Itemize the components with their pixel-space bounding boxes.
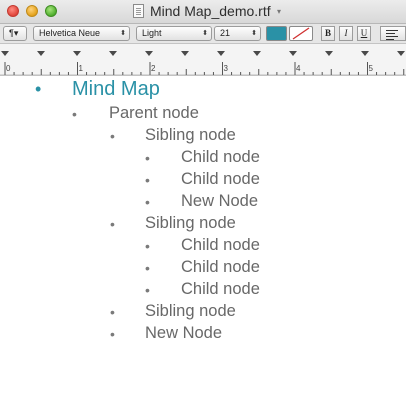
- font-style-popup[interactable]: Light ⬍: [136, 26, 212, 41]
- document-title: Mind Map: [72, 78, 160, 100]
- bullet-icon: •: [145, 194, 150, 210]
- bullet-icon: •: [110, 128, 115, 144]
- font-family-label: Helvetica Neue: [39, 28, 101, 38]
- node-label: New Node: [181, 192, 259, 210]
- text-color-well[interactable]: [266, 26, 287, 41]
- italic-button[interactable]: I: [339, 26, 353, 41]
- node-label: Child node: [181, 170, 260, 188]
- tab-stop-marker[interactable]: [217, 51, 225, 56]
- node-label: New Node: [145, 324, 223, 342]
- node-label: Sibling node: [145, 126, 236, 144]
- bullet-icon: •: [35, 79, 42, 99]
- tab-stop-marker[interactable]: [361, 51, 369, 56]
- bullet-icon: •: [145, 150, 150, 166]
- paragraph-style-popup[interactable]: ¶▾: [3, 26, 27, 41]
- bold-button[interactable]: B: [321, 26, 335, 41]
- bullet-icon: •: [72, 106, 77, 122]
- bullet-icon: •: [145, 260, 150, 276]
- font-style-label: Light: [142, 28, 162, 38]
- paragraph-style-label: ¶▾: [9, 28, 19, 38]
- ruler[interactable]: 0 1 2 3 4 5: [0, 44, 406, 76]
- title-menu-icon[interactable]: ▾: [277, 7, 281, 16]
- document-proxy-icon[interactable]: [133, 4, 144, 18]
- bullet-icon: •: [110, 304, 115, 320]
- bullet-icon: •: [110, 326, 115, 342]
- tab-stop-marker[interactable]: [145, 51, 153, 56]
- stepper-arrow-icon: ⬍: [251, 30, 257, 37]
- popup-arrow-icon: ⬍: [120, 30, 126, 37]
- font-family-popup[interactable]: Helvetica Neue ⬍: [33, 26, 130, 41]
- format-toolbar: ¶▾ Helvetica Neue ⬍ Light ⬍ 21 ⬍ B I U: [0, 24, 406, 44]
- window-title[interactable]: Mind Map_demo.rtf: [150, 3, 271, 19]
- bullet-icon: •: [145, 172, 150, 188]
- node-label: Child node: [181, 280, 260, 298]
- alignment-button[interactable]: [380, 26, 406, 41]
- ruler-number: 2: [151, 64, 156, 73]
- node-label: Parent node: [109, 104, 199, 122]
- font-size-label: 21: [220, 28, 231, 38]
- zoom-window-button[interactable]: [45, 5, 57, 17]
- highlight-color-well[interactable]: [289, 26, 313, 41]
- underline-button[interactable]: U: [357, 26, 371, 41]
- minimize-window-button[interactable]: [26, 5, 38, 17]
- node-label: Child node: [181, 236, 260, 254]
- bullet-icon: •: [145, 282, 150, 298]
- bullet-icon: •: [145, 238, 150, 254]
- tab-stop-marker[interactable]: [73, 51, 81, 56]
- document-body[interactable]: • Mind Map • Parent node • Sibling node • Child…: [0, 77, 406, 415]
- tab-stop-marker[interactable]: [37, 51, 45, 56]
- tab-stop-marker[interactable]: [325, 51, 333, 56]
- ruler-number: 1: [78, 64, 83, 73]
- ruler-number: 4: [296, 64, 301, 73]
- bullet-icon: •: [110, 216, 115, 232]
- close-window-button[interactable]: [7, 5, 19, 17]
- tab-stop-marker[interactable]: [1, 51, 9, 56]
- ruler-number: 0: [6, 64, 11, 73]
- title-bar: Mind Map_demo.rtf ▾: [0, 0, 406, 24]
- tab-stop-marker[interactable]: [109, 51, 117, 56]
- align-left-icon: [386, 30, 398, 40]
- node-label: Child node: [181, 258, 260, 276]
- node-label: Sibling node: [145, 214, 236, 232]
- tab-stop-marker[interactable]: [397, 51, 405, 56]
- popup-arrow-icon: ⬍: [202, 30, 208, 37]
- node-label: Child node: [181, 148, 260, 166]
- ruler-number: 3: [223, 64, 228, 73]
- tab-stop-marker[interactable]: [253, 51, 261, 56]
- ruler-ticks: [0, 51, 406, 76]
- tab-stop-marker[interactable]: [289, 51, 297, 56]
- tab-stop-marker[interactable]: [181, 51, 189, 56]
- node-label: Sibling node: [145, 302, 236, 320]
- font-size-field[interactable]: 21 ⬍: [214, 26, 261, 41]
- no-color-slash-icon: [292, 27, 310, 40]
- ruler-number: 5: [368, 64, 373, 73]
